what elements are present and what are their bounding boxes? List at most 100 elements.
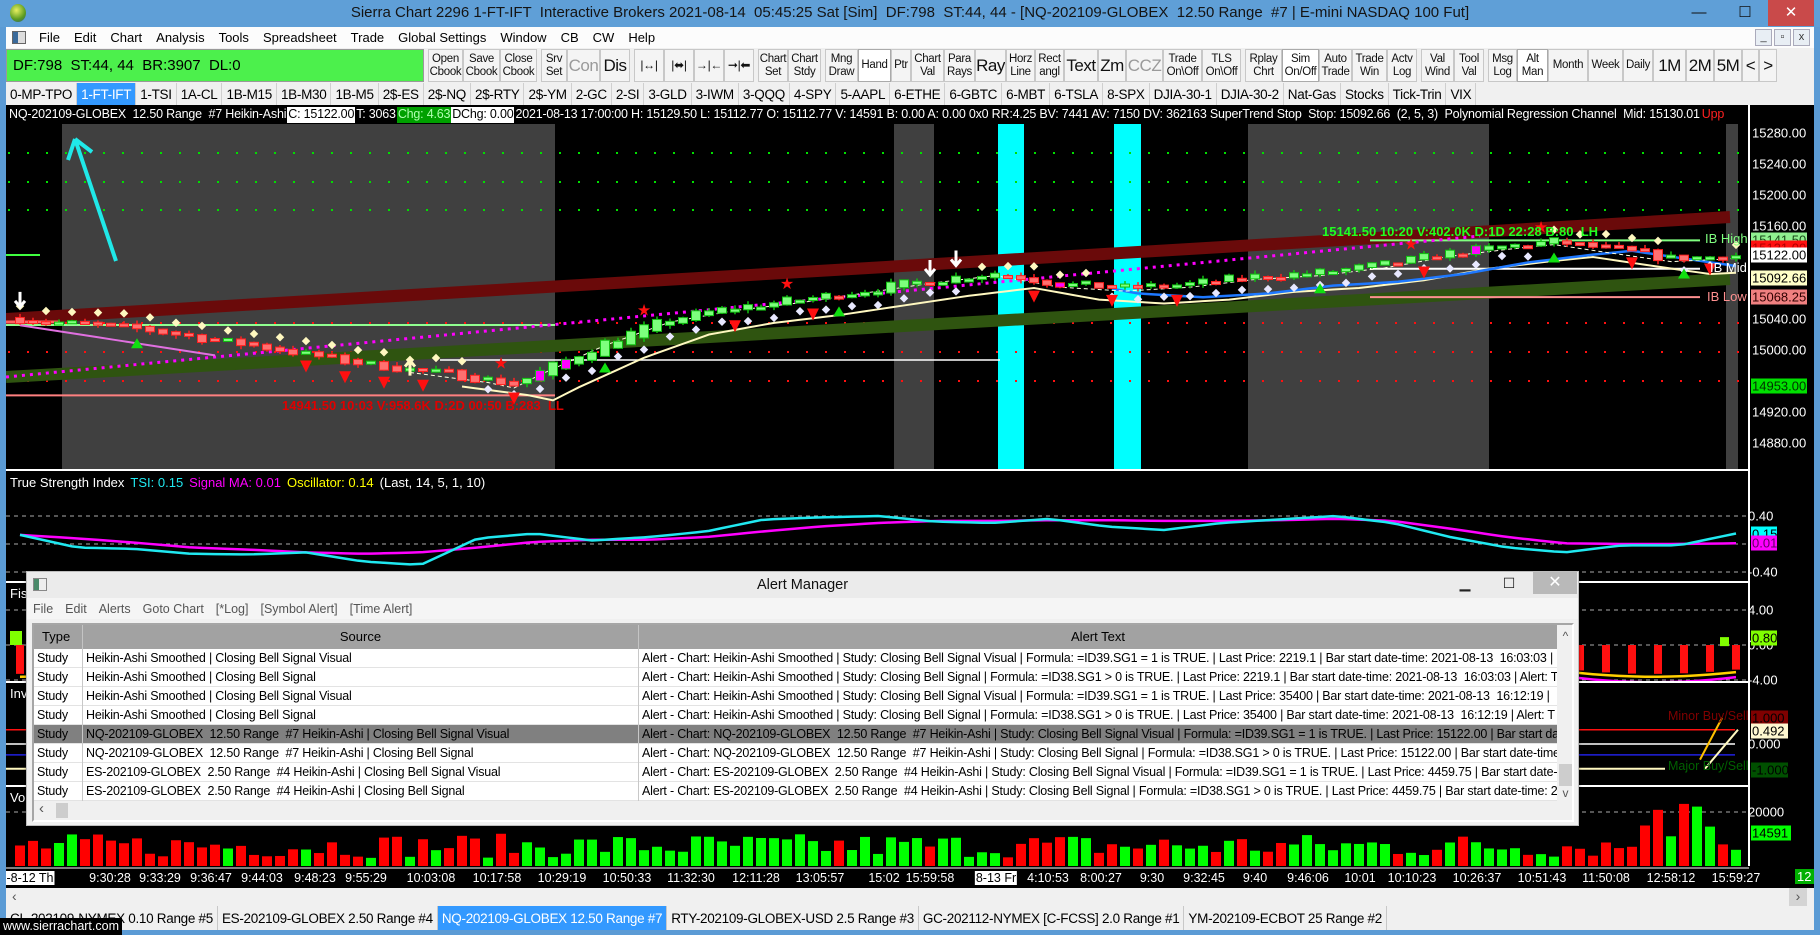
- -button[interactable]: <: [1742, 49, 1759, 82]
- week-button[interactable]: Week: [1588, 49, 1623, 82]
- alt-man-button[interactable]: Alt Man: [1517, 49, 1548, 82]
- chart-set-button[interactable]: Chart Set: [758, 49, 788, 82]
- chartbook-tab-1b-m15[interactable]: 1B-M15: [222, 83, 277, 105]
- ptr-button[interactable]: Ptr: [891, 49, 911, 82]
- chartbook-tab-4-spy[interactable]: 4-SPY: [790, 83, 837, 105]
- chartbook-tab-3-qqq[interactable]: 3-QQQ: [739, 83, 790, 105]
- msg-log-button[interactable]: Msg Log: [1488, 49, 1517, 82]
- mdi-minimize-button[interactable]: _: [1755, 29, 1772, 46]
- menu-help[interactable]: Help: [621, 30, 662, 45]
- close-button[interactable]: ✕: [1768, 0, 1814, 26]
- chartbook-tab-6-gbtc[interactable]: 6-GBTC: [945, 83, 1003, 105]
- open-cbook-button[interactable]: Open Cbook: [428, 49, 463, 82]
- chartbook-tab-stocks[interactable]: Stocks: [1341, 83, 1389, 105]
- chartbook-tab-6-mbt[interactable]: 6-MBT: [1002, 83, 1051, 105]
- close-cbook-button[interactable]: Close Cbook: [500, 49, 537, 82]
- column-header-alert-text[interactable]: Alert Text: [639, 625, 1557, 649]
- alert-manager-title-bar[interactable]: Alert Manager: [27, 572, 1578, 598]
- chartbook-tab-1-ft-ift[interactable]: 1-FT-IFT: [77, 83, 137, 105]
- compress-bars-button[interactable]: →|←: [694, 49, 724, 82]
- minimize-button[interactable]: —: [1676, 0, 1722, 26]
- chartbook-tab-2-gc[interactable]: 2-GC: [572, 83, 612, 105]
- 1m-button[interactable]: 1M: [1653, 49, 1686, 82]
- chartbook-tab-nat-gas[interactable]: Nat-Gas: [1284, 83, 1341, 105]
- rect-angl-button[interactable]: Rect angl: [1035, 49, 1064, 82]
- alert-horizontal-scrollbar[interactable]: ‹: [34, 800, 1572, 820]
- scroll-track[interactable]: [1559, 648, 1572, 786]
- scroll-up-button[interactable]: ^: [1557, 629, 1572, 643]
- chartbook-tab-8-spx[interactable]: 8-SPX: [1103, 83, 1150, 105]
- zm-button[interactable]: Zm: [1098, 49, 1126, 82]
- 5m-button[interactable]: 5M: [1714, 49, 1742, 82]
- alert-row[interactable]: Study NQ-202109-GLOBEX 12.50 Range #7 Hei…: [34, 725, 1557, 744]
- title-bar[interactable]: Sierra Chart 2296 1-FT-IFT Interactive B…: [0, 0, 1820, 27]
- scroll-left-button[interactable]: ‹: [39, 800, 44, 817]
- menu-global-settings[interactable]: Global Settings: [391, 30, 493, 45]
- hand-button[interactable]: Hand: [858, 49, 891, 82]
- menu-cb[interactable]: CB: [554, 30, 586, 45]
- column-header-source[interactable]: Source: [83, 625, 639, 649]
- scroll-right-button[interactable]: ›: [1789, 888, 1807, 906]
- expand-bars-bold-button[interactable]: |⬌|: [664, 49, 694, 82]
- alert-row[interactable]: Study Heikin-Ashi Smoothed | Closing Bell…: [34, 668, 1557, 687]
- maximize-button[interactable]: ☐: [1722, 0, 1768, 26]
- dis-button[interactable]: Dis: [600, 49, 630, 82]
- alert-vertical-scrollbar[interactable]: ^ v: [1557, 625, 1572, 801]
- chartbook-tab-1b-m30[interactable]: 1B-M30: [277, 83, 332, 105]
- alert-close-button[interactable]: ✕: [1533, 572, 1577, 594]
- chartbook-tab-2-rty[interactable]: 2$-RTY: [471, 83, 525, 105]
- chartbook-tab-vix[interactable]: VIX: [1446, 83, 1477, 105]
- chartbook-tab-2-nq[interactable]: 2$-NQ: [424, 83, 472, 105]
- alert-menu-time-alert[interactable]: [Time Alert]: [344, 602, 419, 616]
- chart-val-button[interactable]: Chart Val: [911, 49, 944, 82]
- menu-edit[interactable]: Edit: [67, 30, 103, 45]
- para-rays-button[interactable]: Para Rays: [944, 49, 975, 82]
- mng-draw-button[interactable]: Mng Draw: [825, 49, 858, 82]
- menu-window[interactable]: Window: [493, 30, 553, 45]
- trade-on-off-button[interactable]: Trade On\Off: [1163, 49, 1202, 82]
- alert-row[interactable]: Study Heikin-Ashi Smoothed | Closing Bell…: [34, 706, 1557, 725]
- chart-stdy-button[interactable]: Chart Stdy: [788, 49, 821, 82]
- val-wind-button[interactable]: Val Wind: [1421, 49, 1454, 82]
- trade-win-button[interactable]: Trade Win: [1352, 49, 1387, 82]
- 2m-button[interactable]: 2M: [1686, 49, 1714, 82]
- chartbook-tab-2-si[interactable]: 2-SI: [612, 83, 645, 105]
- alert-row[interactable]: Study Heikin-Ashi Smoothed | Closing Bell…: [34, 687, 1557, 706]
- daily-button[interactable]: Daily: [1623, 49, 1653, 82]
- mdi-close-button[interactable]: x: [1793, 29, 1810, 46]
- alert-menu-alerts[interactable]: Alerts: [93, 602, 137, 616]
- chart-tab-gc-202112-nymex-c-fcss-2-0-range-1[interactable]: GC-202112-NYMEX [C-FCSS] 2.0 Range #1: [919, 906, 1185, 930]
- chartbook-tab-6-tsla[interactable]: 6-TSLA: [1050, 83, 1104, 105]
- mdi-restore-button[interactable]: ▫: [1774, 29, 1791, 46]
- con-button[interactable]: Con: [567, 49, 600, 82]
- chart-horizontal-scrollbar[interactable]: ‹ ›: [6, 888, 1814, 906]
- scroll-left-button[interactable]: ‹: [12, 888, 17, 904]
- column-header-type[interactable]: Type: [34, 625, 83, 649]
- chartbook-tab-3-iwm[interactable]: 3-IWM: [692, 83, 739, 105]
- chartbook-tab-djia-30-1[interactable]: DJIA-30-1: [1150, 83, 1217, 105]
- horz-line-button[interactable]: Horz Line: [1006, 49, 1035, 82]
- menu-chart[interactable]: Chart: [103, 30, 149, 45]
- compress-bars-bold-button[interactable]: ➞|⬅: [724, 49, 754, 82]
- month-button[interactable]: Month: [1548, 49, 1588, 82]
- chartbook-tab-1a-cl[interactable]: 1A-CL: [177, 83, 223, 105]
- chart-window-icon[interactable]: [12, 31, 26, 44]
- chartbook-tab-0-mp-tpo[interactable]: 0-MP-TPO: [6, 83, 78, 105]
- scroll-down-button[interactable]: v: [1557, 786, 1572, 800]
- chart-tab-ym-202109-ecbot-25-range-2[interactable]: YM-202109-ECBOT 25 Range #2: [1184, 906, 1387, 930]
- chartbook-tab-djia-30-2[interactable]: DJIA-30-2: [1217, 83, 1284, 105]
- tool-val-button[interactable]: Tool Val: [1454, 49, 1484, 82]
- menu-cw[interactable]: CW: [586, 30, 622, 45]
- save-cbook-button[interactable]: Save Cbook: [463, 49, 500, 82]
- scroll-thumb[interactable]: [1559, 764, 1572, 786]
- tls-on-off-button[interactable]: TLS On\Off: [1202, 49, 1241, 82]
- chart-tab-es-202109-globex-2-50-range-4[interactable]: ES-202109-GLOBEX 2.50 Range #4: [218, 906, 438, 930]
- rplay-chrt-button[interactable]: Rplay Chrt: [1245, 49, 1282, 82]
- alert-row[interactable]: Study Heikin-Ashi Smoothed | Closing Bell…: [34, 649, 1557, 668]
- sim-on-off-button[interactable]: Sim On/Off: [1282, 49, 1319, 82]
- expand-bars-button[interactable]: |↔|: [634, 49, 664, 82]
- chartbook-tab-1b-m5[interactable]: 1B-M5: [331, 83, 379, 105]
- alert-menu-file[interactable]: File: [27, 602, 59, 616]
- chart-tab-nq-202109-globex-12-50-range-7[interactable]: NQ-202109-GLOBEX 12.50 Range #7: [437, 906, 668, 930]
- alert-menu-goto-chart[interactable]: Goto Chart: [137, 602, 210, 616]
